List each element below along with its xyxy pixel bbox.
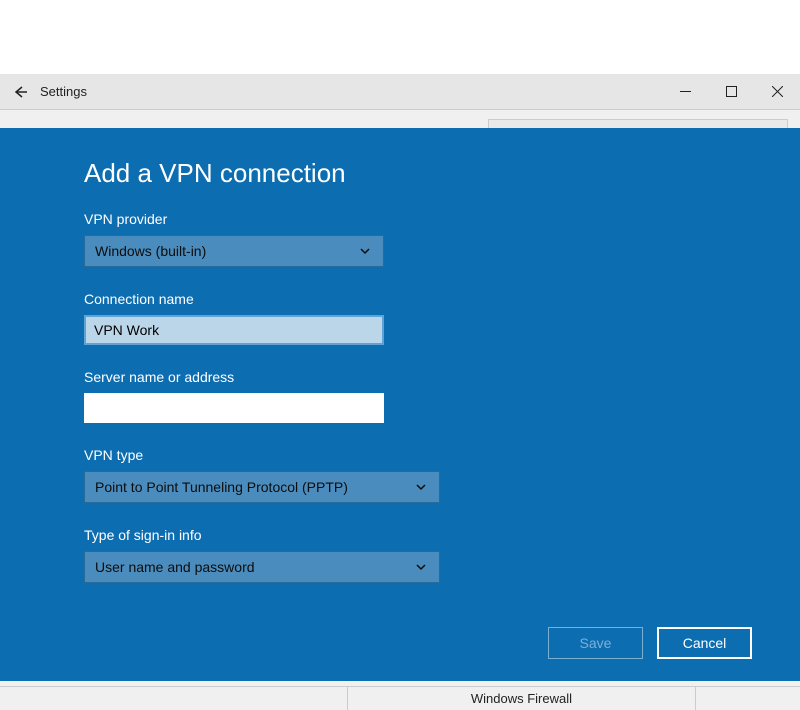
back-button[interactable] xyxy=(0,84,40,100)
vpn-modal: Add a VPN connection VPN provider Window… xyxy=(0,128,800,681)
signin-dropdown[interactable]: User name and password xyxy=(84,551,440,583)
close-icon xyxy=(772,86,783,97)
cancel-button[interactable]: Cancel xyxy=(657,627,752,659)
chevron-down-icon xyxy=(415,560,429,574)
close-button[interactable] xyxy=(754,74,800,110)
vpn-type-value: Point to Point Tunneling Protocol (PPTP) xyxy=(95,479,348,495)
modal-title: Add a VPN connection xyxy=(84,158,716,189)
signin-value: User name and password xyxy=(95,559,255,575)
chevron-down-icon xyxy=(359,244,373,258)
server-label: Server name or address xyxy=(84,369,716,385)
dialog-actions: Save Cancel xyxy=(548,627,752,659)
maximize-icon xyxy=(726,86,737,97)
vpn-provider-label: VPN provider xyxy=(84,211,716,227)
status-bar: Windows Firewall xyxy=(0,686,800,710)
window-controls xyxy=(662,74,800,110)
firewall-link[interactable]: Windows Firewall xyxy=(348,687,696,710)
vpn-type-dropdown[interactable]: Point to Point Tunneling Protocol (PPTP) xyxy=(84,471,440,503)
field-vpn-provider: VPN provider Windows (built-in) xyxy=(84,211,716,267)
connection-name-label: Connection name xyxy=(84,291,716,307)
statusbar-right xyxy=(696,687,800,710)
statusbar-left xyxy=(0,687,348,710)
title-bar: Settings xyxy=(0,74,800,110)
vpn-provider-value: Windows (built-in) xyxy=(95,243,206,259)
back-arrow-icon xyxy=(12,84,28,100)
minimize-button[interactable] xyxy=(662,74,708,110)
vpn-provider-dropdown[interactable]: Windows (built-in) xyxy=(84,235,384,267)
maximize-button[interactable] xyxy=(708,74,754,110)
save-button[interactable]: Save xyxy=(548,627,643,659)
field-signin: Type of sign-in info User name and passw… xyxy=(84,527,716,583)
server-input[interactable] xyxy=(84,393,384,423)
field-vpn-type: VPN type Point to Point Tunneling Protoc… xyxy=(84,447,716,503)
signin-label: Type of sign-in info xyxy=(84,527,716,543)
field-server: Server name or address xyxy=(84,369,716,423)
chevron-down-icon xyxy=(415,480,429,494)
field-connection-name: Connection name xyxy=(84,291,716,345)
connection-name-input[interactable] xyxy=(84,315,384,345)
minimize-icon xyxy=(680,86,691,97)
window-title: Settings xyxy=(40,84,87,99)
vpn-type-label: VPN type xyxy=(84,447,716,463)
